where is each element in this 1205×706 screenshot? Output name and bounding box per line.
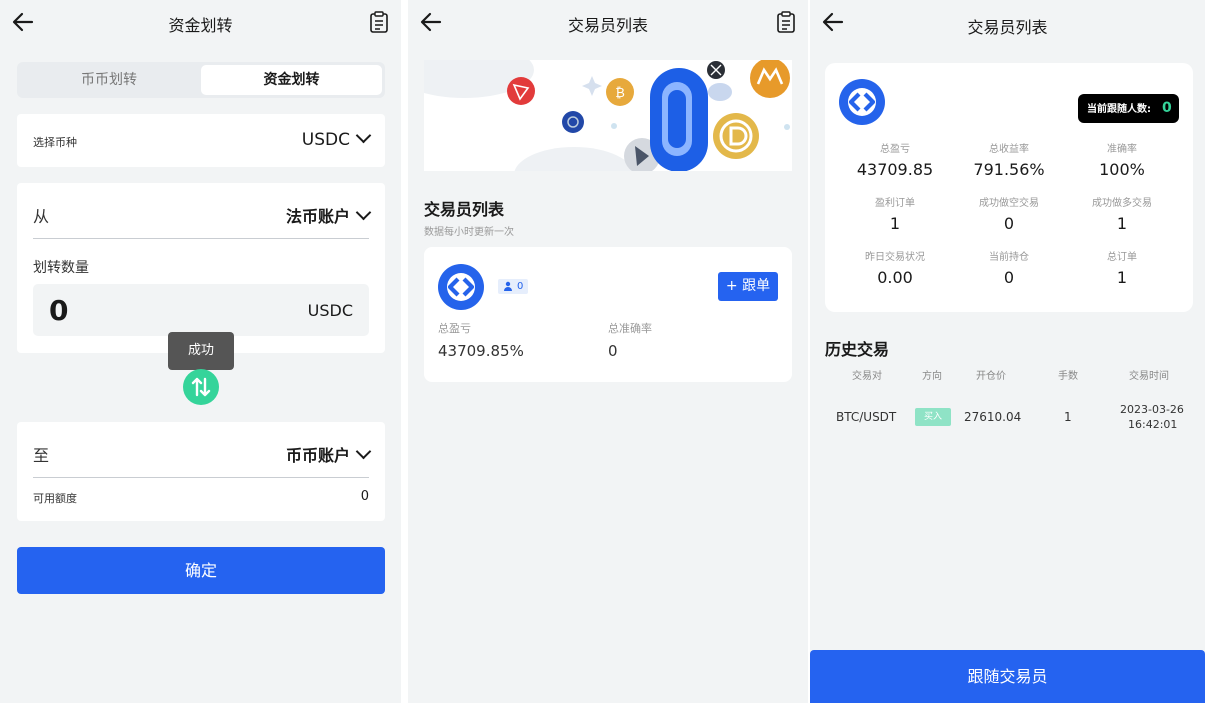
direction-badge: 买入 xyxy=(915,408,951,426)
col-header: 手数 xyxy=(1058,371,1078,382)
amount-unit: USDC xyxy=(307,301,353,320)
trader-logo-icon xyxy=(848,88,876,116)
chevron-down-icon xyxy=(355,204,372,221)
confirm-button[interactable]: 确定 xyxy=(17,547,385,594)
follower-count: 0 xyxy=(517,281,524,292)
price-cell: 27610.04 xyxy=(964,410,1022,424)
chevron-down-icon xyxy=(355,127,372,144)
col-header: 开仓价 xyxy=(976,371,1006,382)
stat-label: 总收益率 xyxy=(989,144,1029,155)
stat-value: 1 xyxy=(1116,214,1128,233)
history-title: 历史交易 xyxy=(825,340,890,359)
stat-value: 0 xyxy=(1003,214,1015,233)
trader-list-screen: 交易员列表 ₿ 交易员列表 数据每小时更新一次 0 + 跟单 总盈亏 43709… xyxy=(408,0,808,703)
divider xyxy=(33,477,369,478)
tab-fund-transfer[interactable]: 资金划转 xyxy=(201,65,382,95)
stat-value: 43709.85% xyxy=(438,342,524,360)
available-value: 0 xyxy=(360,489,369,504)
stat-label: 总盈亏 xyxy=(438,322,471,335)
page-title: 交易员列表 xyxy=(567,16,648,35)
stat-label: 总订单 xyxy=(1107,252,1137,263)
stat-value: 0.00 xyxy=(877,268,913,287)
transfer-screen: 资金划转 币币划转 资金划转 选择币种 USDC 从 法币账户 划转数量 0 U… xyxy=(0,0,401,703)
trader-avatar xyxy=(839,79,885,125)
col-header: 方向 xyxy=(922,371,942,382)
from-account-text: 法币账户 xyxy=(285,207,350,226)
coin-select-value[interactable]: USDC xyxy=(301,127,372,150)
tab-coin-transfer[interactable]: 币币划转 xyxy=(17,62,201,98)
to-card: 至 币币账户 可用额度 0 xyxy=(17,422,385,521)
stat-label: 当前持仓 xyxy=(989,252,1029,263)
swap-arrows-icon xyxy=(191,377,211,397)
col-header: 交易对 xyxy=(852,371,882,382)
crypto-coins-illustration: ₿ xyxy=(424,60,790,171)
from-card: 从 法币账户 划转数量 0 USDC xyxy=(17,183,385,353)
svg-text:₿: ₿ xyxy=(615,86,625,101)
trader-card[interactable]: 0 + 跟单 总盈亏 43709.85% 总准确率 0 xyxy=(424,247,792,382)
stat-label: 总盈亏 xyxy=(880,144,910,155)
record-list-icon[interactable] xyxy=(776,11,796,33)
followers-badge: 当前跟随人数: 0 xyxy=(1078,94,1179,123)
header: 资金划转 xyxy=(0,0,401,46)
swap-button[interactable] xyxy=(183,369,219,405)
to-account-text: 币币账户 xyxy=(285,446,350,465)
date-cell: 2023-03-26 xyxy=(1120,403,1184,416)
amount-label: 划转数量 xyxy=(33,260,89,276)
from-account-select[interactable]: 法币账户 xyxy=(285,203,372,227)
to-label: 至 xyxy=(33,446,50,465)
col-header: 交易时间 xyxy=(1129,371,1169,382)
stat-label: 成功做多交易 xyxy=(1092,198,1152,209)
to-account-select[interactable]: 币币账户 xyxy=(285,442,372,466)
followers-value: 0 xyxy=(1162,100,1172,116)
stat-value: 0 xyxy=(1003,268,1015,287)
page-title: 交易员列表 xyxy=(967,18,1048,37)
available-label: 可用额度 xyxy=(33,492,77,505)
follow-button[interactable]: + 跟单 xyxy=(718,272,778,301)
stat-value: 791.56% xyxy=(973,160,1045,179)
stat-label: 盈利订单 xyxy=(875,198,915,209)
stat-value: 0 xyxy=(608,342,618,360)
record-list-icon[interactable] xyxy=(369,11,389,33)
stat-label: 准确率 xyxy=(1107,144,1137,155)
promo-banner[interactable]: ₿ xyxy=(424,60,792,171)
trader-logo-icon xyxy=(447,273,475,301)
trader-detail-screen: 交易员列表 当前跟随人数: 0 总盈亏 43709.85 总收益率 791.56% 准确… xyxy=(810,0,1205,703)
transfer-tabs: 币币划转 资金划转 xyxy=(17,62,385,98)
stat-label: 成功做空交易 xyxy=(979,198,1039,209)
table-row: BTC/USDT 买入 27610.04 1 2023-03-26 16:42:… xyxy=(825,400,1205,436)
lots-cell: 1 xyxy=(1064,410,1072,424)
page-title: 资金划转 xyxy=(168,16,233,35)
follow-trader-button[interactable]: 跟随交易员 xyxy=(810,650,1205,703)
user-icon xyxy=(504,281,512,291)
section-title: 交易员列表 xyxy=(424,200,505,219)
amount-input[interactable]: 0 USDC xyxy=(33,284,369,336)
amount-value: 0 xyxy=(49,294,69,327)
stat-value: 43709.85 xyxy=(856,160,934,179)
pair-cell: BTC/USDT xyxy=(836,410,897,424)
trader-summary-card: 当前跟随人数: 0 总盈亏 43709.85 总收益率 791.56% 准确率 100% 盈… xyxy=(825,63,1193,312)
trader-avatar xyxy=(438,264,484,310)
success-toast: 成功 xyxy=(168,332,234,370)
stat-value: 1 xyxy=(889,214,901,233)
time-cell: 16:42:01 xyxy=(1128,418,1178,431)
follower-badge: 0 xyxy=(498,279,528,294)
stat-label: 总准确率 xyxy=(608,322,652,335)
coin-select-label: 选择币种 xyxy=(33,136,77,149)
history-header: 交易对 方向 开仓价 手数 交易时间 xyxy=(825,367,1205,383)
chevron-down-icon xyxy=(355,443,372,460)
coin-select-card[interactable]: 选择币种 USDC xyxy=(17,114,385,167)
stat-label: 昨日交易状况 xyxy=(865,252,925,263)
stat-value: 100% xyxy=(1099,160,1145,179)
header: 交易员列表 xyxy=(810,0,1205,46)
header: 交易员列表 xyxy=(408,0,808,46)
coin-select-text: USDC xyxy=(301,130,350,150)
from-label: 从 xyxy=(33,207,50,226)
stat-value: 1 xyxy=(1116,268,1128,287)
divider xyxy=(33,238,369,239)
followers-label: 当前跟随人数: xyxy=(1087,104,1151,115)
section-subtitle: 数据每小时更新一次 xyxy=(424,227,514,238)
